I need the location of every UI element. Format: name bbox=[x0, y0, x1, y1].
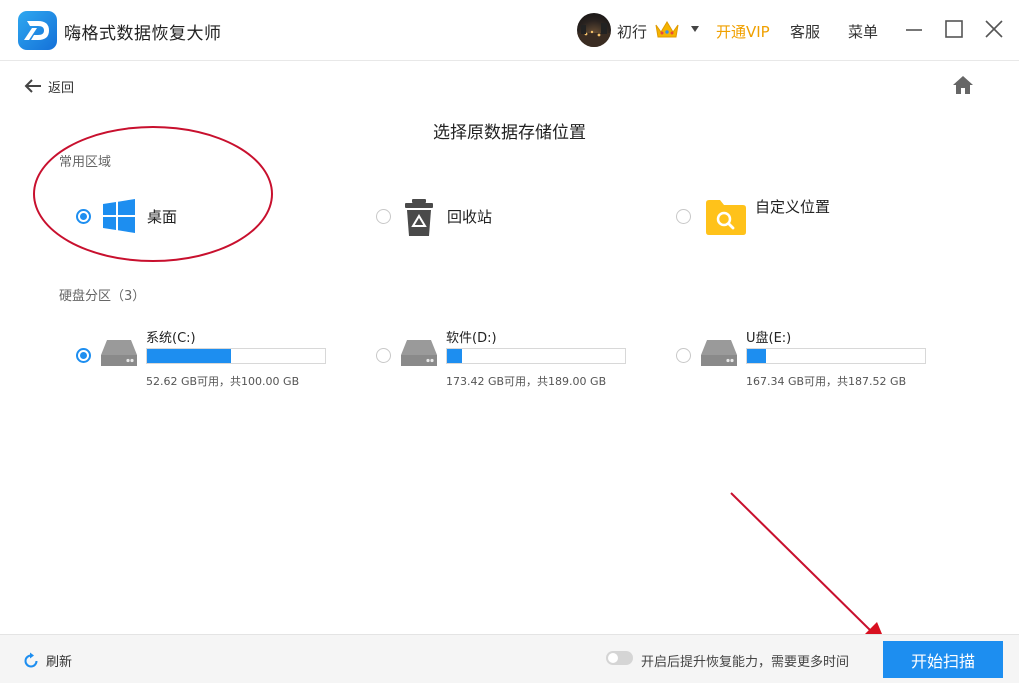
radio-recycle-bin[interactable] bbox=[376, 208, 391, 224]
disk-usage-bar bbox=[446, 348, 626, 364]
disk-info: 167.34 GB可用，共187.52 GB bbox=[746, 375, 907, 388]
common-area-label: 常用区域 bbox=[59, 155, 112, 170]
disk-usage-fill bbox=[747, 349, 767, 363]
radio-disk-e[interactable] bbox=[676, 348, 691, 363]
disk-info: 173.42 GB可用，共189.00 GB bbox=[446, 375, 607, 388]
avatar[interactable] bbox=[577, 13, 611, 47]
home-icon[interactable] bbox=[951, 74, 975, 96]
hard-drive-icon bbox=[699, 337, 739, 369]
windows-icon bbox=[101, 198, 137, 234]
folder-search-icon bbox=[705, 198, 747, 235]
location-option-custom[interactable]: 自定义位置 bbox=[676, 194, 830, 238]
hard-drive-icon bbox=[99, 337, 139, 369]
disk-option-d[interactable]: 软件(D:) 173.42 GB可用，共189.00 GB bbox=[376, 327, 666, 397]
crown-icon bbox=[654, 19, 680, 41]
arrow-left-icon bbox=[24, 79, 41, 93]
disk-name: 软件(D:) bbox=[446, 331, 497, 346]
location-label: 回收站 bbox=[447, 207, 493, 226]
recycle-bin-icon bbox=[401, 198, 437, 236]
location-option-desktop[interactable]: 桌面 bbox=[76, 194, 177, 238]
partitions-label: 硬盘分区（3） bbox=[59, 289, 146, 304]
radio-desktop[interactable] bbox=[76, 208, 91, 224]
radio-disk-d[interactable] bbox=[376, 348, 391, 363]
disk-name: U盘(E:) bbox=[746, 331, 792, 346]
maximize-icon[interactable] bbox=[943, 18, 965, 40]
title-bar: 嗨格式数据恢复大师 初行 开通VIP 客服 菜单 bbox=[0, 0, 1019, 61]
customer-service-link[interactable]: 客服 bbox=[790, 21, 820, 42]
disk-usage-bar bbox=[146, 348, 326, 364]
radio-custom[interactable] bbox=[676, 208, 691, 224]
refresh-button[interactable]: 刷新 bbox=[22, 651, 72, 670]
footer-bar: 刷新 开启后提升恢复能力，需要更多时间 开始扫描 bbox=[0, 634, 1019, 683]
disk-usage-fill bbox=[447, 349, 462, 363]
back-label: 返回 bbox=[48, 80, 75, 96]
disk-option-c[interactable]: 系统(C:) 52.62 GB可用，共100.00 GB bbox=[76, 327, 366, 397]
username[interactable]: 初行 bbox=[617, 21, 647, 42]
disk-usage-bar bbox=[746, 348, 926, 364]
page-title: 选择原数据存储位置 bbox=[433, 123, 586, 143]
start-scan-button[interactable]: 开始扫描 bbox=[883, 641, 1003, 678]
close-icon[interactable] bbox=[983, 18, 1005, 40]
refresh-label: 刷新 bbox=[46, 655, 73, 670]
disk-info: 52.62 GB可用，共100.00 GB bbox=[146, 375, 300, 388]
location-label: 桌面 bbox=[147, 207, 178, 226]
app-window: 嗨格式数据恢复大师 初行 开通VIP 客服 菜单 返回 选择原数据存储位置 常用… bbox=[0, 0, 1019, 683]
refresh-icon bbox=[24, 652, 38, 667]
app-logo-icon bbox=[18, 11, 57, 50]
menu-link[interactable]: 菜单 bbox=[848, 21, 878, 42]
chevron-down-icon[interactable] bbox=[688, 21, 702, 35]
toggle-label: 开启后提升恢复能力，需要更多时间 bbox=[641, 655, 850, 670]
disk-usage-fill bbox=[147, 349, 232, 363]
minimize-icon[interactable] bbox=[903, 18, 925, 40]
back-button[interactable]: 返回 bbox=[24, 76, 74, 96]
hard-drive-icon bbox=[399, 337, 439, 369]
location-option-recycle-bin[interactable]: 回收站 bbox=[376, 194, 492, 238]
open-vip-link[interactable]: 开通VIP bbox=[716, 21, 770, 42]
disk-name: 系统(C:) bbox=[146, 331, 196, 346]
app-title: 嗨格式数据恢复大师 bbox=[64, 24, 222, 44]
location-label: 自定义位置 bbox=[755, 197, 831, 216]
radio-disk-c[interactable] bbox=[76, 348, 91, 363]
enhance-toggle[interactable] bbox=[606, 651, 633, 665]
toggle-knob bbox=[608, 653, 618, 663]
disk-option-e[interactable]: U盘(E:) 167.34 GB可用，共187.52 GB bbox=[676, 327, 966, 397]
